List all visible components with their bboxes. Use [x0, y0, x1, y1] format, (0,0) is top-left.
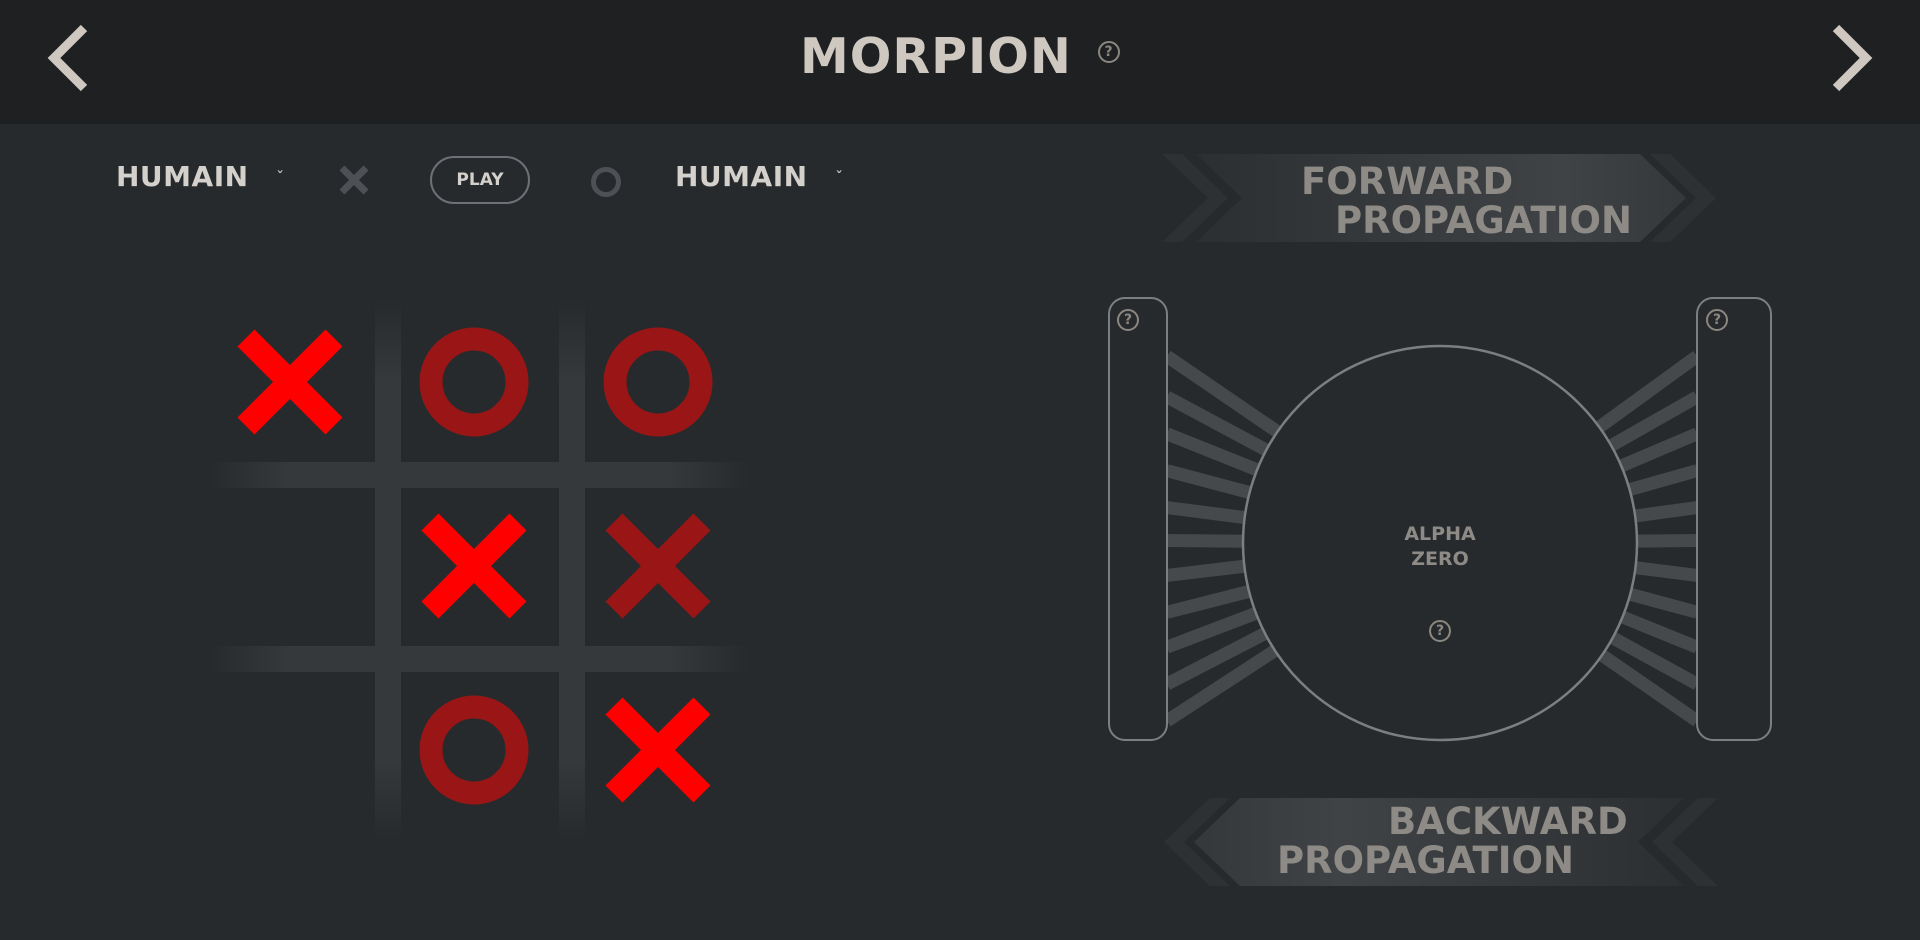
network-connection [1166, 559, 1249, 582]
network-connection [1165, 584, 1254, 619]
board-cell[interactable] [392, 300, 552, 460]
alpha-zero-line1: ALPHA [1404, 523, 1476, 545]
help-icon: ? [1098, 40, 1121, 63]
network-connection [1625, 464, 1699, 497]
board-cell[interactable] [576, 484, 736, 644]
output-layer[interactable] [1696, 297, 1772, 741]
player1-label: HUMAIN [116, 160, 249, 193]
x-mark-icon [421, 513, 527, 619]
network-connection [1631, 501, 1698, 523]
player1-select[interactable]: HUMAIN ˇ [116, 160, 284, 193]
board-cell[interactable] [392, 484, 552, 644]
x-mark-icon [237, 329, 343, 435]
page-title-wrap: MORPION ? [0, 28, 1920, 85]
board-cell[interactable] [208, 668, 368, 828]
alpha-zero-label: ALPHA ZERO [1340, 522, 1540, 572]
chevron-right-icon[interactable] [1814, 18, 1884, 98]
o-mark-icon [603, 327, 713, 437]
player1-x-icon [338, 164, 370, 196]
board-cell[interactable] [576, 668, 736, 828]
help-icon: ? [1117, 309, 1139, 331]
network-connection [1625, 587, 1699, 619]
help-icon: ? [1429, 620, 1451, 642]
input-layer-help[interactable]: ? [1117, 309, 1139, 331]
board-cell[interactable] [208, 300, 368, 460]
player2-label: HUMAIN [675, 160, 808, 193]
alpha-zero-line2: ZERO [1411, 548, 1469, 570]
output-layer-help[interactable]: ? [1706, 309, 1728, 331]
board-cell[interactable] [208, 484, 368, 644]
alpha-zero-help[interactable]: ? [1429, 620, 1451, 642]
board-cell[interactable] [392, 668, 552, 828]
player2-o-icon [591, 167, 621, 197]
chevron-down-icon: ˇ [835, 170, 844, 186]
board-cell[interactable] [576, 300, 736, 460]
help-icon: ? [1706, 309, 1728, 331]
player2-select[interactable]: HUMAIN ˇ [675, 160, 843, 193]
x-mark-icon [605, 697, 711, 803]
chevron-down-icon: ˇ [276, 170, 285, 186]
network-connection [1165, 464, 1255, 500]
forward-label-line2: PROPAGATION [1335, 199, 1632, 242]
header-bar: MORPION ? [0, 0, 1920, 124]
network-diagram [1108, 297, 1772, 742]
play-button[interactable]: PLAY [430, 156, 530, 204]
network-connection [1166, 534, 1247, 548]
forward-label-line1: FORWARD [1301, 160, 1514, 203]
backward-label-line1: BACKWARD [1388, 800, 1628, 843]
tic-tac-toe-board [208, 300, 748, 840]
backward-label-line2: PROPAGATION [1277, 839, 1574, 882]
o-mark-icon [419, 327, 529, 437]
o-mark-icon [419, 695, 529, 805]
input-layer[interactable] [1108, 297, 1168, 741]
x-mark-icon [605, 513, 711, 619]
network-connection [1633, 534, 1698, 548]
network-connection [1166, 501, 1249, 525]
network-connection [1631, 560, 1698, 582]
title-help-button[interactable]: ? [1098, 40, 1121, 63]
page-title: MORPION [799, 28, 1072, 85]
